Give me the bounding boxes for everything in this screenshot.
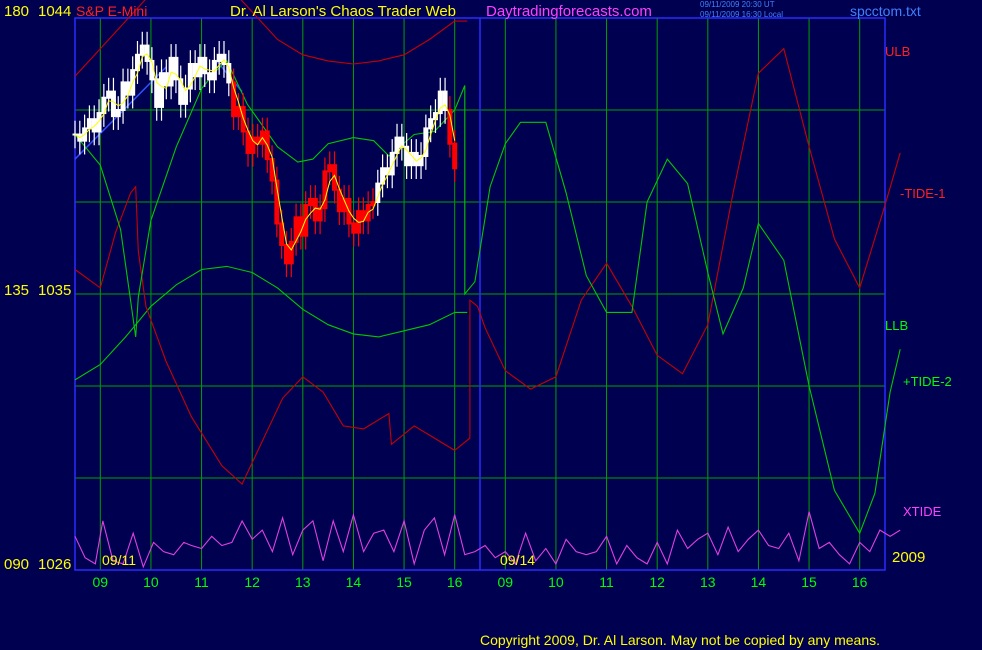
x-tick-label: 12 (244, 574, 260, 590)
price-bar-body (418, 155, 424, 167)
x-tick-label: 15 (396, 574, 412, 590)
series-line-xtide (74, 511, 901, 569)
price-bar-body (389, 151, 395, 176)
price-bar-body (327, 164, 333, 173)
x-tick-label: 16 (852, 574, 868, 590)
price-bar-body (115, 109, 121, 118)
price-bar-body (408, 151, 414, 167)
series-line-tide-2 (74, 59, 901, 535)
price-bar-body (437, 90, 443, 115)
series-line-tide-1 (74, 47, 901, 486)
price-bar-body (106, 90, 112, 99)
price-bar-body (452, 142, 458, 170)
price-bar-body (207, 72, 213, 81)
price-bar-body (202, 56, 208, 75)
x-tick-label: 13 (295, 574, 311, 590)
y-mid-code: 135 (4, 282, 30, 299)
price-bar-body (159, 72, 165, 108)
x-tick-label: 14 (346, 574, 362, 590)
x-tick-label: 10 (548, 574, 564, 590)
price-bar-body (163, 72, 169, 87)
label-xtide: XTIDE (903, 504, 942, 519)
timestamp-ut: 09/11/2009 20:30 UT (700, 0, 775, 9)
copyright-footer: Copyright 2009, Dr. Al Larson. May not b… (480, 632, 881, 648)
date-left: 09/11 (102, 552, 136, 568)
price-bar-body (216, 53, 222, 62)
y-mid-price: 1035 (38, 282, 72, 299)
symbol-price: 1044 (38, 3, 72, 20)
chart-canvas: 09 10 11 12 13 14 15 16 09 10 11 12 13 14 15 16 (72, 0, 901, 590)
x-tick-label: 12 (649, 574, 665, 590)
price-bar-body (91, 118, 97, 133)
page-title: Dr. Al Larson's Chaos Trader Web (230, 3, 457, 20)
price-bar-body (428, 118, 434, 130)
price-bar-body (211, 59, 217, 81)
price-bar-body (101, 96, 107, 115)
instrument-label: S&P E-Mini (76, 3, 148, 19)
price-bar-body (250, 136, 256, 154)
price-bar-body (192, 63, 198, 78)
y-bottom-price: 1026 (38, 556, 72, 573)
price-bar-body (178, 78, 184, 105)
price-bar-body (96, 112, 102, 133)
x-tick-label: 14 (751, 574, 767, 590)
x-tick-label: 13 (700, 574, 716, 590)
price-bar-body (283, 243, 289, 265)
file-name: spcctom.txt (850, 3, 921, 19)
price-bar-body (351, 222, 357, 234)
x-tick-label: 09 (93, 574, 109, 590)
price-bar-body (120, 81, 126, 111)
price-bar-body (125, 81, 131, 96)
price-bar-body (168, 56, 174, 87)
y-bottom-code: 090 (4, 556, 30, 573)
price-bar-body (293, 216, 299, 243)
website-label: Daytradingforecasts.com (486, 3, 652, 20)
x-tick-label: 15 (801, 574, 817, 590)
date-middle: 09/14 (500, 552, 536, 568)
date-year: 2009 (892, 549, 926, 566)
x-tick-label: 16 (447, 574, 463, 590)
price-bar-body (360, 210, 366, 222)
x-tick-label: 11 (599, 574, 614, 590)
price-bar-body (308, 197, 314, 207)
price-bar-body (288, 240, 294, 265)
price-bar-body (139, 44, 145, 56)
label-ulb: ULB (885, 44, 911, 59)
x-tick-label: 10 (143, 574, 159, 590)
x-tick-label: 11 (194, 574, 209, 590)
label-tide1: -TIDE-1 (900, 186, 946, 201)
timestamp-local: 09/11/2009 16:30 Local (700, 10, 784, 19)
label-llb: LLB (885, 318, 909, 333)
label-tide2: +TIDE-2 (903, 374, 952, 389)
x-tick-label: 09 (498, 574, 514, 590)
symbol-code: 180 (4, 3, 30, 20)
